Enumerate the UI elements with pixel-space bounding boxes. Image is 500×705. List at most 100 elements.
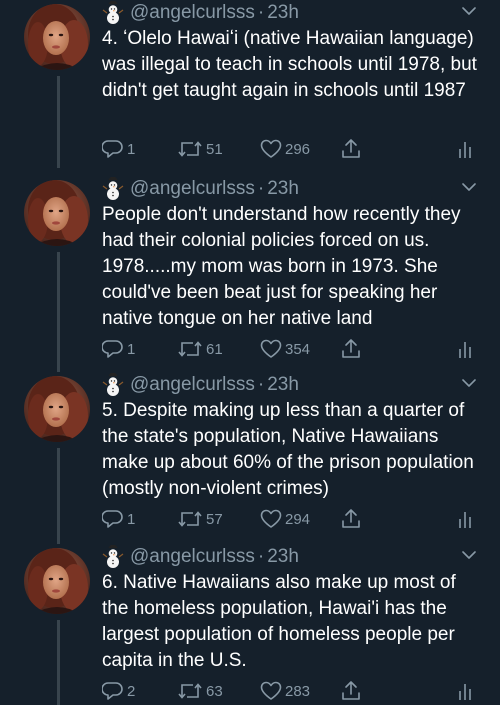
chevron-down-icon[interactable] xyxy=(462,182,476,192)
snowman-icon xyxy=(102,373,124,396)
like-button[interactable]: 283 xyxy=(260,680,310,702)
avatar-image xyxy=(24,376,90,442)
like-button[interactable]: 294 xyxy=(260,508,310,530)
avatar[interactable] xyxy=(24,4,90,70)
thread-connector-line xyxy=(57,620,60,705)
like-count: 296 xyxy=(285,140,311,158)
user-handle[interactable]: @angelcurlsss xyxy=(130,546,255,568)
user-handle[interactable]: @angelcurlsss xyxy=(130,2,255,24)
tweet-header: @angelcurlsss · 23h xyxy=(102,544,299,570)
analytics-icon xyxy=(459,512,471,528)
heart-icon xyxy=(260,339,282,358)
tweet-header: @angelcurlsss · 23h xyxy=(102,0,299,26)
retweet-button[interactable]: 63 xyxy=(177,680,223,702)
like-button[interactable]: 354 xyxy=(260,338,310,360)
tweet-actions: 1 61 354 xyxy=(102,338,482,360)
analytics-button[interactable] xyxy=(457,338,476,360)
tweet-actions: 2 63 283 xyxy=(102,680,482,702)
tweet[interactable]: @angelcurlsss · 23h People don't underst… xyxy=(0,176,500,372)
reply-icon xyxy=(102,510,123,528)
tweet[interactable]: @angelcurlsss · 23h 4. ʻOlelo Hawaiʻi (n… xyxy=(0,0,500,168)
heart-icon xyxy=(260,509,282,528)
reply-icon xyxy=(102,140,123,158)
reply-button[interactable]: 1 xyxy=(102,338,135,360)
heart-icon xyxy=(260,139,282,158)
retweet-count: 63 xyxy=(206,682,223,700)
separator-dot: · xyxy=(257,374,265,395)
reply-button[interactable]: 1 xyxy=(102,508,135,530)
snowman-icon xyxy=(102,1,124,24)
chevron-down-icon[interactable] xyxy=(462,6,476,16)
avatar-image xyxy=(24,180,90,246)
tweet-header: @angelcurlsss · 23h xyxy=(102,176,299,202)
retweet-icon xyxy=(178,511,202,527)
thread-connector-line xyxy=(57,252,60,372)
retweet-count: 51 xyxy=(206,140,223,158)
retweet-button[interactable]: 57 xyxy=(177,508,223,530)
reply-button[interactable]: 2 xyxy=(102,680,135,702)
thread-connector-line xyxy=(57,448,60,544)
snowman-icon xyxy=(102,545,124,568)
reply-count: 1 xyxy=(127,340,136,358)
user-handle[interactable]: @angelcurlsss xyxy=(130,178,255,200)
tweet-timestamp[interactable]: 23h xyxy=(267,2,299,24)
retweet-count: 61 xyxy=(206,340,223,358)
reply-icon xyxy=(102,682,123,700)
reply-icon xyxy=(102,340,123,358)
tweet-actions: 1 51 296 xyxy=(102,138,482,160)
analytics-icon xyxy=(459,342,471,358)
reply-button[interactable]: 1 xyxy=(102,138,135,160)
retweet-button[interactable]: 61 xyxy=(177,338,223,360)
analytics-button[interactable] xyxy=(457,138,476,160)
separator-dot: · xyxy=(257,178,265,199)
like-count: 354 xyxy=(285,340,311,358)
retweet-icon xyxy=(178,341,202,357)
avatar[interactable] xyxy=(24,548,90,614)
like-count: 283 xyxy=(285,682,311,700)
tweet-actions: 1 57 294 xyxy=(102,508,482,530)
tweet-text: 6. Native Hawaiians also make up most of… xyxy=(102,572,456,671)
share-icon xyxy=(342,681,360,700)
reply-count: 1 xyxy=(127,140,136,158)
tweet[interactable]: @angelcurlsss · 23h 6. Native Hawaiians … xyxy=(0,544,500,705)
tweet[interactable]: @angelcurlsss · 23h 5. Despite making up… xyxy=(0,372,500,544)
share-button[interactable] xyxy=(340,680,365,702)
tweet-text: 4. ʻOlelo Hawaiʻi (native Hawaiian langu… xyxy=(102,28,477,101)
separator-dot: · xyxy=(257,546,265,567)
retweet-icon xyxy=(178,683,202,699)
analytics-button[interactable] xyxy=(457,508,476,530)
like-count: 294 xyxy=(285,510,311,528)
chevron-down-icon[interactable] xyxy=(462,550,476,560)
reply-count: 2 xyxy=(127,682,136,700)
tweet-text: 5. Despite making up less than a quarter… xyxy=(102,400,474,499)
analytics-icon xyxy=(459,684,471,700)
share-icon xyxy=(342,509,360,528)
chevron-down-icon[interactable] xyxy=(462,378,476,388)
heart-icon xyxy=(260,681,282,700)
tweet-header: @angelcurlsss · 23h xyxy=(102,372,299,398)
tweet-text: People don't understand how recently the… xyxy=(102,204,461,329)
avatar-image xyxy=(24,548,90,614)
retweet-icon xyxy=(178,141,202,157)
retweet-count: 57 xyxy=(206,510,223,528)
reply-count: 1 xyxy=(127,510,136,528)
tweet-thread: @angelcurlsss · 23h 4. ʻOlelo Hawaiʻi (n… xyxy=(0,0,500,705)
retweet-button[interactable]: 51 xyxy=(177,138,223,160)
avatar[interactable] xyxy=(24,376,90,442)
avatar[interactable] xyxy=(24,180,90,246)
share-icon xyxy=(342,139,360,158)
user-handle[interactable]: @angelcurlsss xyxy=(130,374,255,396)
avatar-image xyxy=(24,4,90,70)
thread-connector-line xyxy=(57,76,60,168)
tweet-timestamp[interactable]: 23h xyxy=(267,178,299,200)
share-button[interactable] xyxy=(340,338,365,360)
tweet-timestamp[interactable]: 23h xyxy=(267,374,299,396)
share-icon xyxy=(342,339,360,358)
analytics-icon xyxy=(459,142,471,158)
analytics-button[interactable] xyxy=(457,680,476,702)
like-button[interactable]: 296 xyxy=(260,138,310,160)
share-button[interactable] xyxy=(340,138,365,160)
snowman-icon xyxy=(102,177,124,200)
share-button[interactable] xyxy=(340,508,365,530)
tweet-timestamp[interactable]: 23h xyxy=(267,546,299,568)
